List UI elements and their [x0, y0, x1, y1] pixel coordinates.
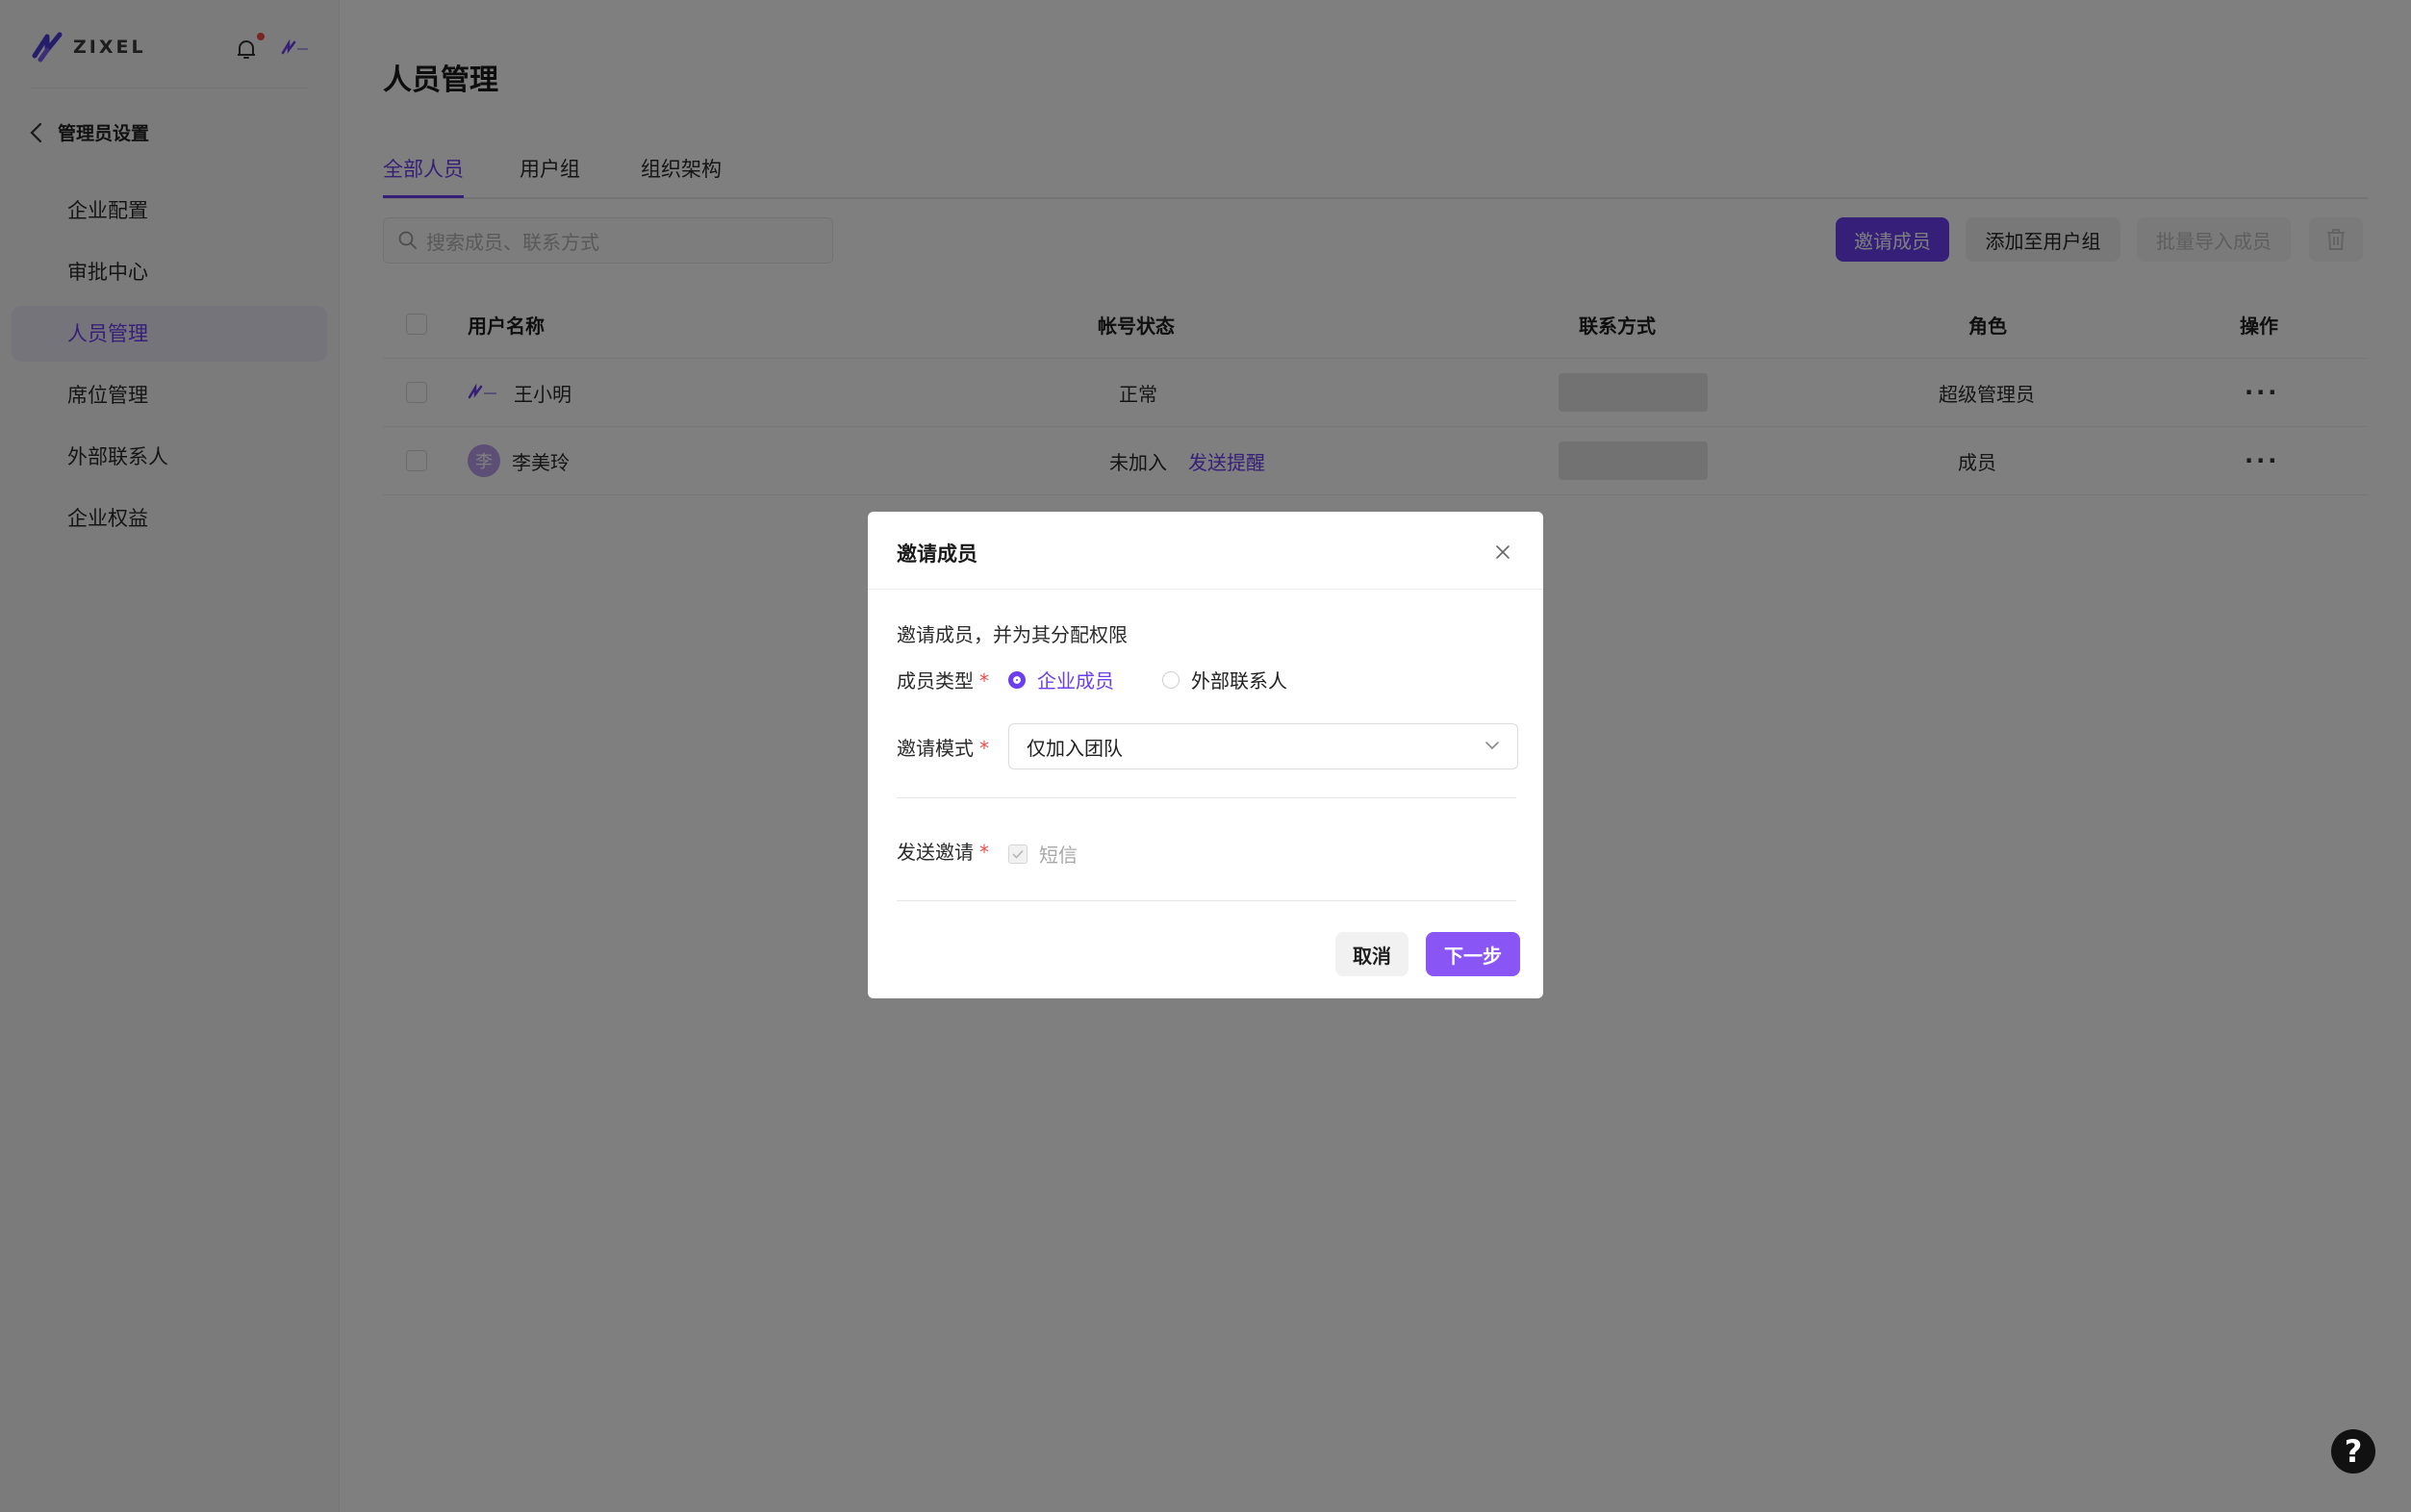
radio-selected-icon	[1008, 670, 1026, 689]
required-mark: *	[979, 841, 989, 864]
close-icon[interactable]	[1495, 544, 1510, 560]
modal-header-divider	[868, 589, 1543, 590]
radio-external-contact[interactable]: 外部联系人	[1162, 666, 1287, 693]
app-window: ZIXEL 管理员设置 企业配置 审批中心 人员管理 席位管理 外部联系人 企业…	[0, 0, 2411, 1512]
invite-member-modal: 邀请成员 邀请成员，并为其分配权限 成员类型 * 企业成员 外部联系人 邀请模式 *…	[868, 512, 1543, 998]
modal-description: 邀请成员，并为其分配权限	[897, 623, 1128, 646]
checkbox-checked-icon	[1008, 844, 1028, 864]
cancel-button[interactable]: 取消	[1335, 932, 1409, 976]
chevron-down-icon	[1485, 742, 1499, 750]
modal-footer-divider	[897, 900, 1516, 901]
invite-mode-value: 仅加入团队	[1027, 736, 1123, 760]
member-type-label: 成员类型 *	[897, 669, 989, 693]
radio-unselected-icon	[1162, 670, 1180, 689]
invite-mode-select[interactable]: 仅加入团队	[1008, 723, 1518, 769]
required-mark: *	[979, 669, 989, 693]
radio-enterprise-member[interactable]: 企业成员	[1008, 666, 1114, 693]
invite-mode-label: 邀请模式 *	[897, 737, 989, 760]
required-mark: *	[979, 737, 989, 760]
sms-checkbox[interactable]: 短信	[1008, 840, 1078, 868]
modal-title: 邀请成员	[897, 542, 977, 566]
send-invite-label: 发送邀请 *	[897, 841, 989, 864]
help-button[interactable]: ?	[2331, 1429, 2375, 1474]
modal-divider	[897, 797, 1516, 798]
next-step-button[interactable]: 下一步	[1426, 932, 1520, 976]
